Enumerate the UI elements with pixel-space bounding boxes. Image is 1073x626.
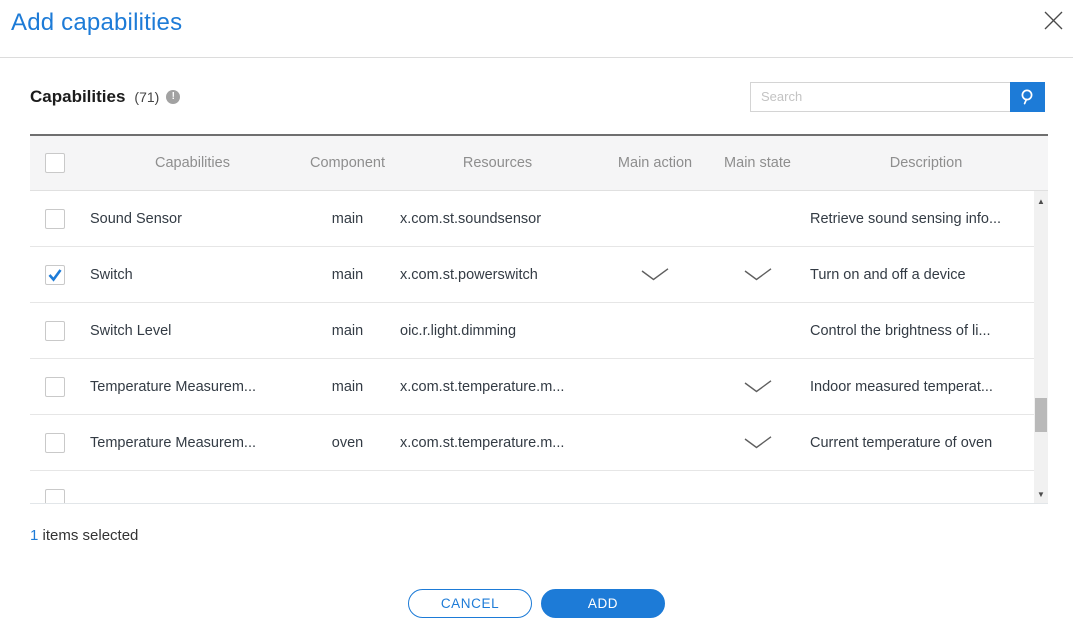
header-divider — [0, 57, 1073, 58]
col-header-main-action: Main action — [605, 155, 705, 171]
search-input[interactable] — [750, 82, 1010, 112]
table-rows: Sound Sensor main x.com.st.soundsensor R… — [30, 191, 1034, 504]
section-title: Capabilities (71) ! — [30, 87, 180, 107]
main-state-check-icon — [744, 268, 772, 281]
col-header-main-state: Main state — [705, 155, 810, 171]
select-all-checkbox[interactable] — [45, 153, 65, 173]
cell-component: main — [305, 379, 390, 395]
table-row-partial[interactable] — [30, 471, 1034, 504]
row-checkbox-checked[interactable] — [45, 265, 65, 285]
cell-capability: Switch — [80, 267, 305, 283]
table-row[interactable]: Temperature Measurem... main x.com.st.te… — [30, 359, 1034, 415]
cell-resources: x.com.st.powerswitch — [390, 267, 605, 283]
cell-main-state — [705, 268, 810, 281]
row-checkbox[interactable] — [45, 433, 65, 453]
cell-description: Turn on and off a device — [810, 267, 1034, 283]
table-body-viewport: Sound Sensor main x.com.st.soundsensor R… — [30, 191, 1048, 504]
cell-component: oven — [305, 435, 390, 451]
table-row[interactable]: Switch main x.com.st.powerswitch Turn on… — [30, 247, 1034, 303]
row-checkbox[interactable] — [45, 209, 65, 229]
scrollbar-thumb[interactable] — [1035, 398, 1047, 432]
selected-label: items selected — [43, 527, 139, 544]
capability-count: (71) — [134, 89, 159, 105]
main-state-check-icon — [744, 436, 772, 449]
row-checkbox[interactable] — [45, 377, 65, 397]
cell-description: Current temperature of oven — [810, 435, 1034, 451]
cell-resources: x.com.st.temperature.m... — [390, 379, 605, 395]
vertical-scrollbar[interactable]: ▲ ▼ — [1034, 191, 1048, 504]
cell-resources: x.com.st.soundsensor — [390, 211, 605, 227]
cell-capability: Temperature Measurem... — [80, 435, 305, 451]
cell-main-action — [605, 268, 705, 281]
main-state-check-icon — [744, 380, 772, 393]
cell-capability: Switch Level — [80, 323, 305, 339]
search-icon — [1019, 88, 1036, 105]
info-icon[interactable]: ! — [166, 90, 180, 104]
toolbar: Capabilities (71) ! — [30, 81, 1045, 112]
section-title-label: Capabilities — [30, 87, 125, 107]
check-icon — [47, 267, 63, 283]
cell-component: main — [305, 211, 390, 227]
action-buttons: CANCEL ADD — [0, 589, 1073, 618]
scrollbar-down-arrow-icon[interactable]: ▼ — [1034, 486, 1048, 502]
selection-status: 1 items selected — [30, 527, 138, 544]
cell-description: Control the brightness of li... — [810, 323, 1034, 339]
table-row[interactable]: Temperature Measurem... oven x.com.st.te… — [30, 415, 1034, 471]
add-button[interactable]: ADD — [541, 589, 665, 618]
selected-count: 1 — [30, 527, 38, 544]
close-icon[interactable] — [1040, 7, 1066, 33]
add-capabilities-modal: Add capabilities Capabilities (71) ! — [0, 0, 1073, 626]
col-header-capabilities: Capabilities — [80, 155, 305, 171]
table-header-row: Capabilities Component Resources Main ac… — [30, 136, 1048, 191]
cell-capability: Sound Sensor — [80, 211, 305, 227]
cell-capability: Temperature Measurem... — [80, 379, 305, 395]
cell-main-state — [705, 380, 810, 393]
col-header-component: Component — [305, 155, 390, 171]
cell-component: main — [305, 323, 390, 339]
select-all-cell — [30, 153, 80, 173]
cell-description: Indoor measured temperat... — [810, 379, 1034, 395]
cell-description: Retrieve sound sensing info... — [810, 211, 1034, 227]
row-checkbox[interactable] — [45, 489, 65, 505]
page-title: Add capabilities — [11, 9, 182, 37]
cell-main-state — [705, 436, 810, 449]
scrollbar-up-arrow-icon[interactable]: ▲ — [1034, 193, 1048, 209]
cancel-button[interactable]: CANCEL — [408, 589, 532, 618]
main-action-check-icon — [641, 268, 669, 281]
cell-resources: oic.r.light.dimming — [390, 323, 605, 339]
table-row[interactable]: Switch Level main oic.r.light.dimming Co… — [30, 303, 1034, 359]
search-button[interactable] — [1010, 82, 1045, 112]
col-header-description: Description — [810, 155, 1048, 171]
cell-component: main — [305, 267, 390, 283]
row-checkbox[interactable] — [45, 321, 65, 341]
table-row[interactable]: Sound Sensor main x.com.st.soundsensor R… — [30, 191, 1034, 247]
cell-resources: x.com.st.temperature.m... — [390, 435, 605, 451]
search-bar — [750, 82, 1045, 112]
col-header-resources: Resources — [390, 155, 605, 171]
capabilities-table: Capabilities Component Resources Main ac… — [30, 134, 1048, 504]
